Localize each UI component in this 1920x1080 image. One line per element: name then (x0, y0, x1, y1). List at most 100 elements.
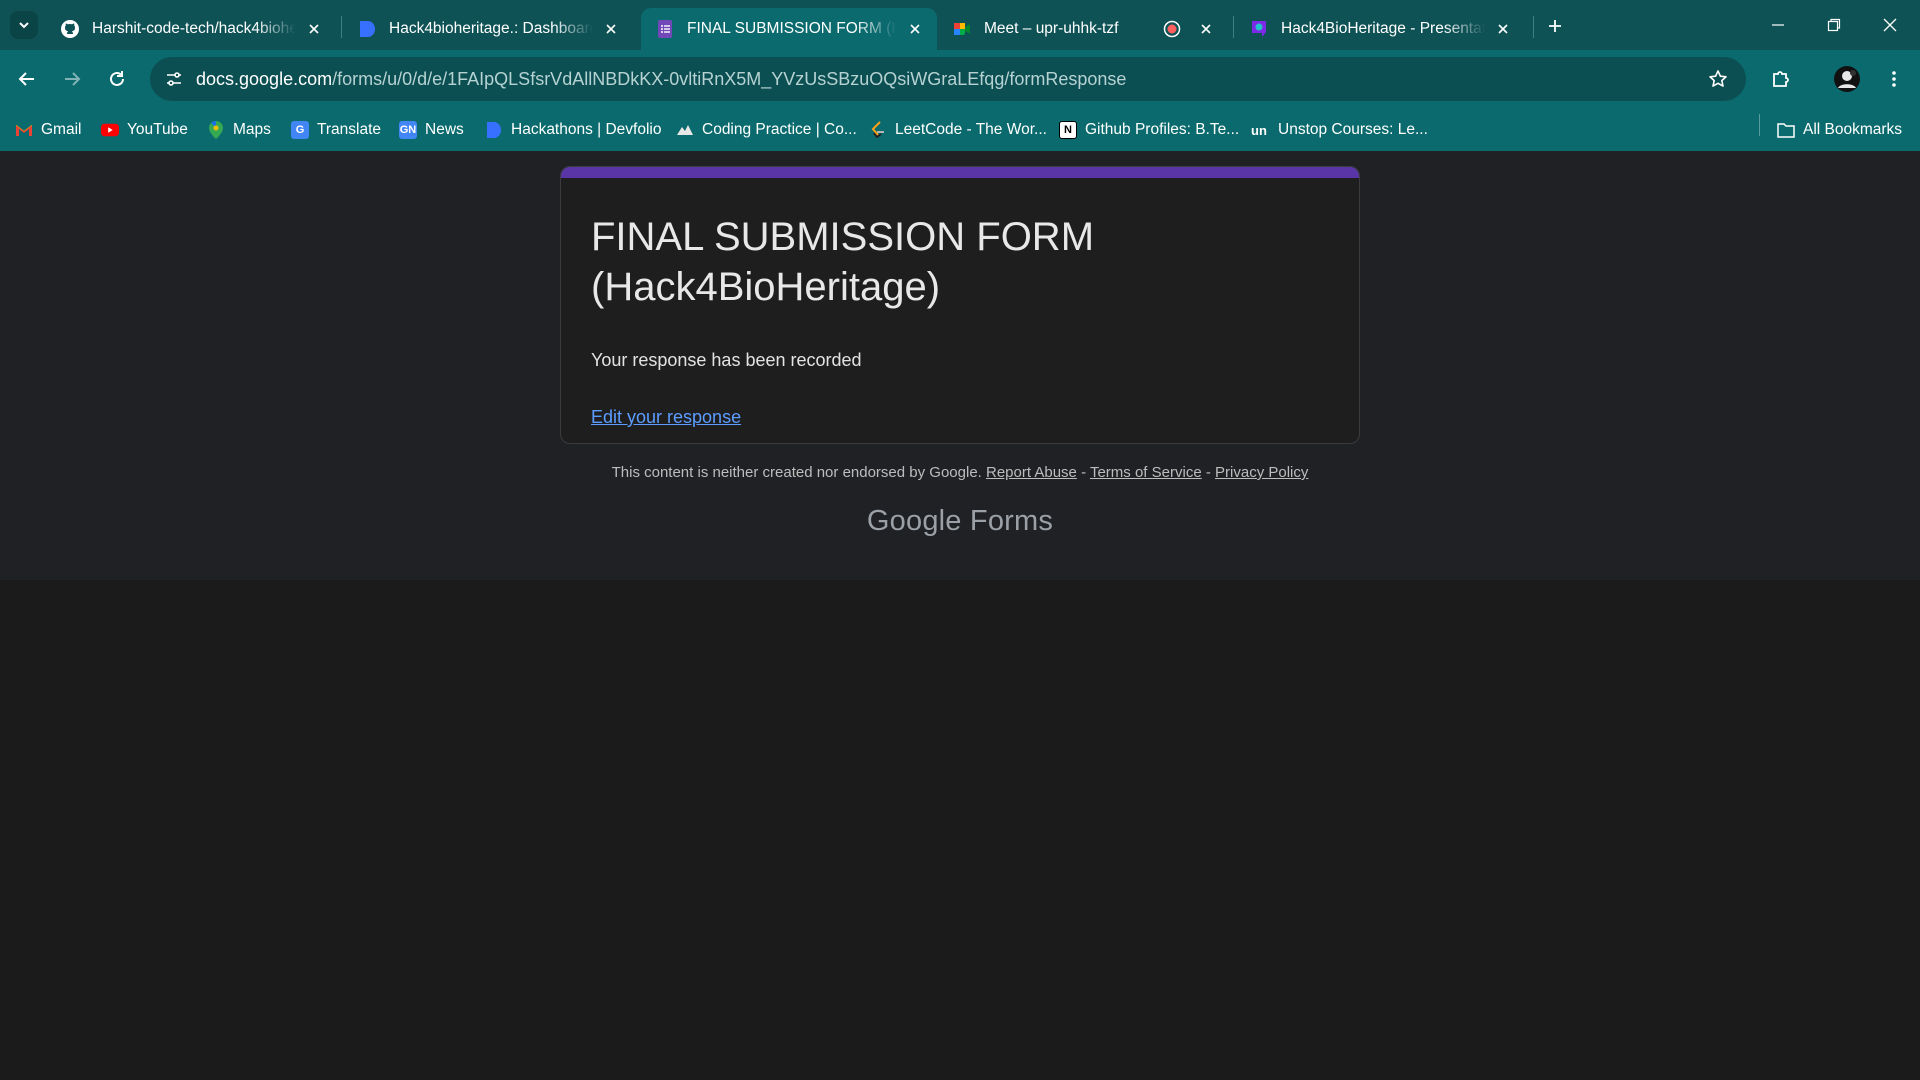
report-abuse-link[interactable]: Report Abuse (986, 464, 1077, 481)
url-text[interactable]: docs.google.com/forms/u/0/d/e/1FAIpQLSfs… (196, 57, 1126, 101)
minimize-icon (1772, 24, 1784, 26)
url-host: docs.google.com (196, 69, 333, 89)
google-forms-logo[interactable]: Google Forms (0, 505, 1920, 538)
news-icon: GN (399, 121, 417, 139)
url-path: /forms/u/0/d/e/1FAIpQLSfsrVdAllNBDkKX-0v… (332, 69, 1127, 89)
bookmark-gmail[interactable]: Gmail (15, 118, 81, 142)
bookmark-label: Unstop Courses: Le... (1278, 121, 1428, 138)
tab-title: Hack4bioheritage.: Dashboard | Devfolio (389, 20, 593, 37)
bookmark-star-button[interactable] (1704, 65, 1732, 93)
notion-icon: N (1059, 121, 1077, 139)
tab-google-meet[interactable]: Meet – upr-uhhk-tzf (938, 8, 1228, 50)
chevron-down-icon (19, 22, 29, 29)
bookmark-label: All Bookmarks (1803, 121, 1903, 138)
unstop-icon: un (1251, 122, 1267, 138)
arrow-right-icon (65, 72, 81, 86)
bookmark-github-profiles[interactable]: N Github Profiles: B.Te... (1059, 118, 1239, 142)
footer-separator: - (1201, 464, 1216, 481)
bookmark-translate[interactable]: G Translate (291, 118, 381, 142)
youtube-icon (101, 121, 119, 139)
restore-button[interactable] (1806, 0, 1862, 50)
footer-separator: - (1076, 464, 1090, 481)
folder-icon (1777, 121, 1795, 139)
bookmark-youtube[interactable]: YouTube (101, 118, 188, 142)
canva-icon (1249, 19, 1269, 39)
coding-ninjas-icon (676, 121, 694, 139)
terms-of-service-link[interactable]: Terms of Service (1090, 464, 1202, 481)
tab-devfolio[interactable]: Hack4bioheritage.: Dashboard | Devfolio (343, 8, 633, 50)
restore-icon (1827, 18, 1841, 32)
bookmark-label: Github Profiles: B.Te... (1085, 121, 1240, 138)
bookmark-label: Coding Practice | Co... (702, 121, 857, 138)
bookmarks-divider (1759, 114, 1760, 136)
forward-button[interactable] (56, 63, 88, 95)
edit-response-link[interactable]: Edit your response (591, 407, 741, 428)
bookmark-leetcode[interactable]: LeetCode - The Wor... (869, 118, 1047, 142)
response-recorded-message: Your response has been recorded (591, 350, 862, 370)
translate-icon: G (291, 121, 309, 139)
tab-title: Meet – upr-uhhk-tzf (984, 20, 1119, 37)
card-accent-bar (561, 167, 1359, 178)
browser-menu-button[interactable] (1878, 63, 1910, 95)
google-meet-icon (952, 19, 972, 39)
tab-search-button[interactable] (10, 11, 38, 39)
tab-canva[interactable]: Hack4BioHeritage - Presentation (1235, 8, 1525, 50)
plus-icon (1549, 20, 1561, 32)
bookmark-unstop[interactable]: un Unstop Courses: Le... (1248, 118, 1428, 142)
logo-forms-text: Forms (969, 505, 1054, 537)
bookmark-label: Gmail (41, 121, 82, 138)
extensions-button[interactable] (1765, 63, 1797, 95)
logo-google-text: Google (866, 505, 962, 537)
star-icon (1709, 70, 1727, 87)
tab-close-icon[interactable] (601, 19, 621, 39)
arrow-left-icon (18, 72, 34, 86)
github-icon (60, 19, 80, 39)
form-title: FINAL SUBMISSION FORM (Hack4BioHeritage) (591, 215, 1095, 309)
bookmark-label: LeetCode - The Wor... (895, 121, 1047, 138)
bookmark-label: Maps (233, 121, 271, 138)
tab-close-icon[interactable] (304, 19, 324, 39)
form-confirmation-card: FINAL SUBMISSION FORM (Hack4BioHeritage)… (560, 166, 1360, 444)
site-info-icon[interactable] (160, 65, 188, 93)
bookmark-devfolio[interactable]: Hackathons | Devfolio (485, 118, 662, 142)
devfolio-icon (485, 121, 503, 139)
window-close-button[interactable] (1862, 0, 1918, 50)
back-button[interactable] (11, 63, 43, 95)
bookmark-maps[interactable]: Maps (207, 118, 271, 142)
leetcode-icon (869, 121, 887, 139)
all-bookmarks-button[interactable]: All Bookmarks (1777, 118, 1902, 142)
bookmarks-bar: Gmail YouTube Maps G Translate GN News H… (0, 108, 1920, 151)
tab-title: FINAL SUBMISSION FORM (Hack4BioHeritage) (687, 20, 897, 37)
address-bar[interactable]: docs.google.com/forms/u/0/d/e/1FAIpQLSfs… (150, 57, 1746, 101)
minimize-button[interactable] (1750, 0, 1806, 50)
tab-close-icon[interactable] (905, 19, 925, 39)
avatar-icon (1834, 66, 1860, 92)
reload-button[interactable] (101, 63, 133, 95)
bookmark-label: Hackathons | Devfolio (511, 121, 662, 138)
tab-github[interactable]: Harshit-code-tech/hack4bioheritage (46, 8, 336, 50)
maps-icon (207, 121, 225, 139)
bookmark-label: YouTube (127, 121, 188, 138)
new-tab-button[interactable] (1541, 12, 1569, 40)
gmail-icon (15, 121, 33, 139)
tab-close-icon[interactable] (1196, 19, 1216, 39)
disclaimer-text: This content is neither created nor endo… (611, 464, 982, 481)
close-icon (1883, 18, 1897, 32)
privacy-policy-link[interactable]: Privacy Policy (1215, 464, 1308, 481)
google-forms-icon (655, 19, 675, 39)
browser-toolbar: docs.google.com/forms/u/0/d/e/1FAIpQLSfs… (0, 50, 1920, 108)
bookmark-news[interactable]: GN News (399, 118, 464, 142)
tab-title: Harshit-code-tech/hack4bioheritage (92, 20, 296, 37)
reload-icon (110, 71, 124, 86)
tab-google-forms[interactable]: FINAL SUBMISSION FORM (Hack4BioHeritage) (641, 8, 937, 50)
profile-avatar[interactable] (1831, 63, 1863, 95)
devfolio-icon (357, 19, 377, 39)
bookmark-coding-practice[interactable]: Coding Practice | Co... (676, 118, 857, 142)
puzzle-icon (1773, 71, 1789, 87)
tab-title: Hack4BioHeritage - Presentation (1281, 20, 1485, 37)
tab-close-icon[interactable] (1493, 19, 1513, 39)
page-content: FINAL SUBMISSION FORM (Hack4BioHeritage)… (0, 151, 1920, 580)
footer-disclaimer: This content is neither created nor endo… (0, 464, 1920, 481)
bookmark-label: News (425, 121, 464, 138)
recording-icon (1162, 19, 1182, 39)
